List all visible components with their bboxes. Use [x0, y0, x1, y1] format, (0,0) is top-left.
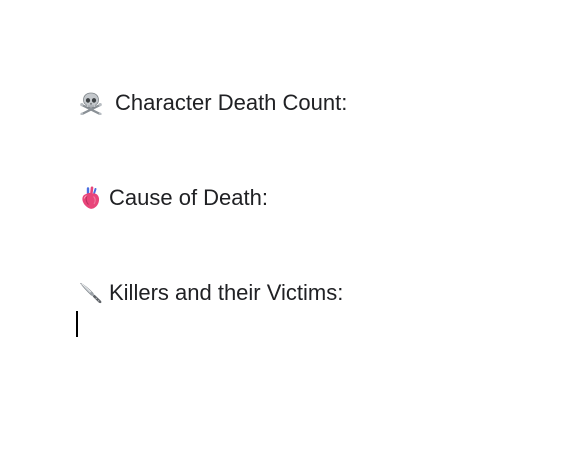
- killers-victims-label: Killers and their Victims:: [109, 280, 344, 305]
- skull-and-crossbones-icon: [79, 91, 103, 115]
- cause-of-death-label: Cause of Death:: [109, 185, 268, 210]
- kitchen-knife-icon: [79, 281, 103, 305]
- death-count-line[interactable]: Character Death Count:: [79, 89, 347, 117]
- cause-of-death-line[interactable]: Cause of Death:: [79, 184, 268, 212]
- death-count-label: Character Death Count:: [115, 90, 348, 115]
- text-cursor: [76, 311, 78, 337]
- killers-victims-line[interactable]: Killers and their Victims:: [79, 279, 343, 307]
- document-page[interactable]: Character Death Count: Cause of Death: K…: [0, 0, 571, 453]
- anatomical-heart-icon: [79, 186, 103, 210]
